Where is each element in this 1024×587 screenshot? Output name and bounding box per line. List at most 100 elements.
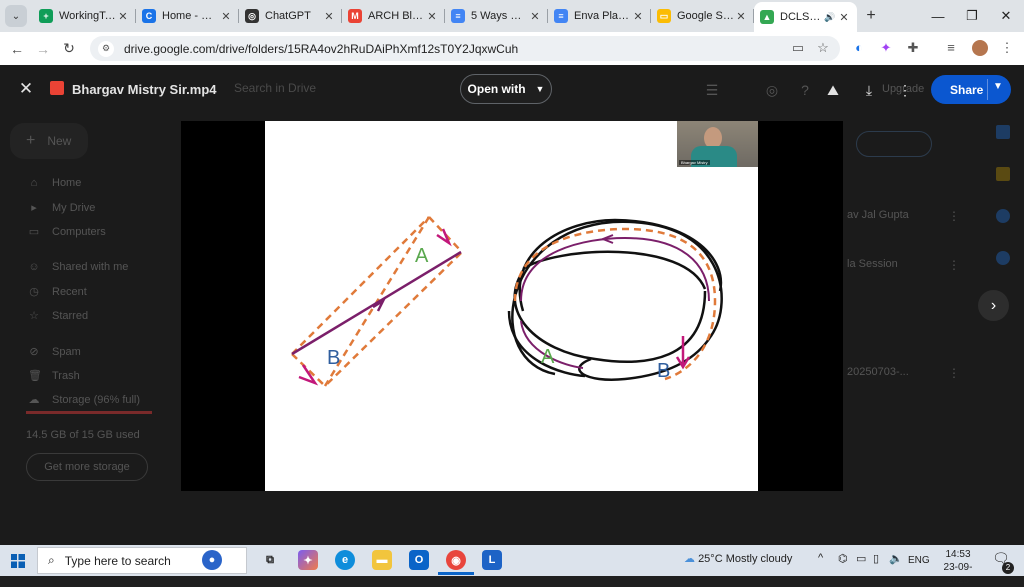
list-row[interactable]: 20250703-... [847,366,909,378]
browser-tab[interactable]: ▭ Google Slide ✕ [651,0,754,32]
more-options-icon[interactable]: ⋮ [948,258,960,272]
lync-icon[interactable]: L [482,550,502,570]
clock-date: 23-09-2025 [943,562,973,586]
video-player[interactable]: A B A B Bhargav Mistry [181,121,843,491]
more-options-icon[interactable]: ⋮ [948,366,960,380]
tasks-app-icon[interactable] [996,209,1010,223]
tab-search-icon[interactable]: ⌄ [5,5,27,27]
tab-audio-icon[interactable]: 🔊 [823,12,837,23]
filter-icon: ☰ [705,82,719,98]
battery-icon[interactable]: ▯ [873,552,879,565]
contacts-app-icon[interactable] [996,251,1010,265]
open-with-label: Open with [467,82,526,96]
tab-title: Home - Canv [162,10,219,22]
network-icon[interactable]: ⌬ [838,552,848,565]
tab-close-icon[interactable]: ✕ [837,11,851,24]
edge-icon[interactable]: e [335,550,355,570]
volume-icon[interactable]: 🔈 [889,552,903,565]
sidebar-item[interactable]: ⌂ Home [28,177,82,189]
share-dropdown-icon[interactable]: ▼ [993,81,1003,92]
tab-favicon-icon: C [142,9,156,23]
mobius-diagram: A B A B [291,216,723,387]
browser-menu-icon[interactable]: ⋮ [999,40,1015,56]
new-button[interactable]: + New [10,123,88,159]
sidebar-item[interactable]: ☺ Shared with me [28,261,128,273]
browser-toolbar: ← → ↻ ⚙ drive.google.com/drive/folders/1… [0,32,1024,65]
sidebar-icon: ◷ [29,286,39,298]
sidebar-item[interactable]: ☁ Storage (96% full) [28,393,141,407]
install-app-icon[interactable]: ▭ [790,40,806,56]
weather-widget[interactable]: ☁ 25°C Mostly cloudy [684,552,792,565]
tab-close-icon[interactable]: ✕ [116,10,130,23]
sidebar-item[interactable]: ⊘ Spam [28,345,81,359]
drive-search-input[interactable]: Search in Drive [234,81,316,95]
browser-tab[interactable]: ◎ ChatGPT ✕ [239,0,342,32]
tab-close-icon[interactable]: ✕ [219,10,233,23]
keep-app-icon[interactable] [996,167,1010,181]
clock[interactable]: 14:53 23-09-2025 [934,548,982,587]
extension-gem-icon[interactable]: ✦ [878,40,894,56]
view-toggle[interactable] [856,131,932,157]
browser-tab[interactable]: M ARCH Blogs ✕ [342,0,445,32]
outlook-icon[interactable]: O [409,550,429,570]
show-hidden-icons[interactable]: ^ [818,552,823,564]
browser-tab[interactable]: ≡ Enva Plax Re✕ [548,0,651,32]
calendar-app-icon[interactable] [996,125,1010,139]
profile-avatar[interactable] [972,40,988,56]
tab-close-icon[interactable]: ✕ [322,10,336,23]
cloud-icon: ☁ [684,553,695,565]
label-a-left: A [415,245,429,267]
back-icon[interactable]: ← [4,41,30,57]
sidebar-item[interactable]: ▭ Computers [28,225,106,239]
sidebar-item[interactable]: ☆ Starred [28,309,88,323]
tab-close-icon[interactable]: ✕ [631,10,645,23]
close-window-button[interactable]: ✕ [984,0,1024,32]
search-icon: ⌕ [48,553,55,567]
sidebar-item[interactable]: ▸ My Drive [28,201,95,215]
extension-g-icon[interactable]: ◐ [851,40,867,56]
sidebar-item[interactable]: 🗑 Trash [28,369,80,383]
label-a-right: A [541,346,555,368]
add-to-drive-icon[interactable]: ⛰ [825,82,841,98]
open-with-button[interactable]: Open with ▼ [460,74,552,104]
tab-close-icon[interactable]: ✕ [425,10,439,23]
search-highlight-icon[interactable]: ● [202,550,222,570]
share-button[interactable]: Share ▼ [931,75,1011,104]
address-bar[interactable]: ⚙ drive.google.com/drive/folders/15RA4ov… [90,36,840,61]
display-icon[interactable]: ▭ [856,552,866,565]
more-actions-icon[interactable]: ⋮ [897,82,913,98]
browser-tab[interactable]: C Home - Canv✕ [136,0,239,32]
forward-icon[interactable]: → [30,41,56,57]
tab-close-icon[interactable]: ✕ [528,10,542,23]
next-file-button[interactable]: › [978,290,1009,321]
media-control-icon[interactable]: ≡ [943,40,959,56]
file-explorer-icon[interactable]: ▬ [372,550,392,570]
browser-tab[interactable]: + WorkingTable✕ [33,0,136,32]
more-options-icon[interactable]: ⋮ [948,209,960,223]
copilot-icon[interactable]: ✦ [298,550,318,570]
tab-close-icon[interactable]: ✕ [734,10,748,23]
download-icon[interactable]: ⤓ [861,82,877,98]
bookmark-star-icon[interactable]: ☆ [815,40,831,56]
windows-start-icon[interactable] [0,553,36,568]
extensions-puzzle-icon[interactable]: ✚ [905,40,921,56]
browser-tab[interactable]: ▲ DCLS 5 - 🔊 ✕ [754,2,857,32]
new-tab-button[interactable]: + [857,7,885,25]
reload-icon[interactable]: ↻ [56,40,82,57]
site-info-icon[interactable]: ⚙ [98,40,114,57]
sidebar-icon: ☆ [29,310,39,322]
browser-tab[interactable]: ≡ 5 Ways Must ✕ [445,0,548,32]
strip-center-line [291,250,462,356]
get-storage-button[interactable]: Get more storage [26,453,148,481]
sidebar-item-label: Spam [52,345,81,358]
flat-strip-figure: A B [291,216,462,387]
chrome-icon[interactable]: ◉ [446,550,466,570]
list-row[interactable]: la Session [847,258,898,270]
close-viewer-icon[interactable]: ✕ [16,79,36,99]
language-indicator[interactable]: ENG [908,555,930,566]
sidebar-item[interactable]: ◷ Recent [28,285,87,299]
new-label: New [47,134,72,148]
storage-text: 14.5 GB of 15 GB used [26,429,140,441]
task-view-icon[interactable]: ⧉ [260,550,280,570]
list-row[interactable]: av Jal Gupta [847,209,909,221]
